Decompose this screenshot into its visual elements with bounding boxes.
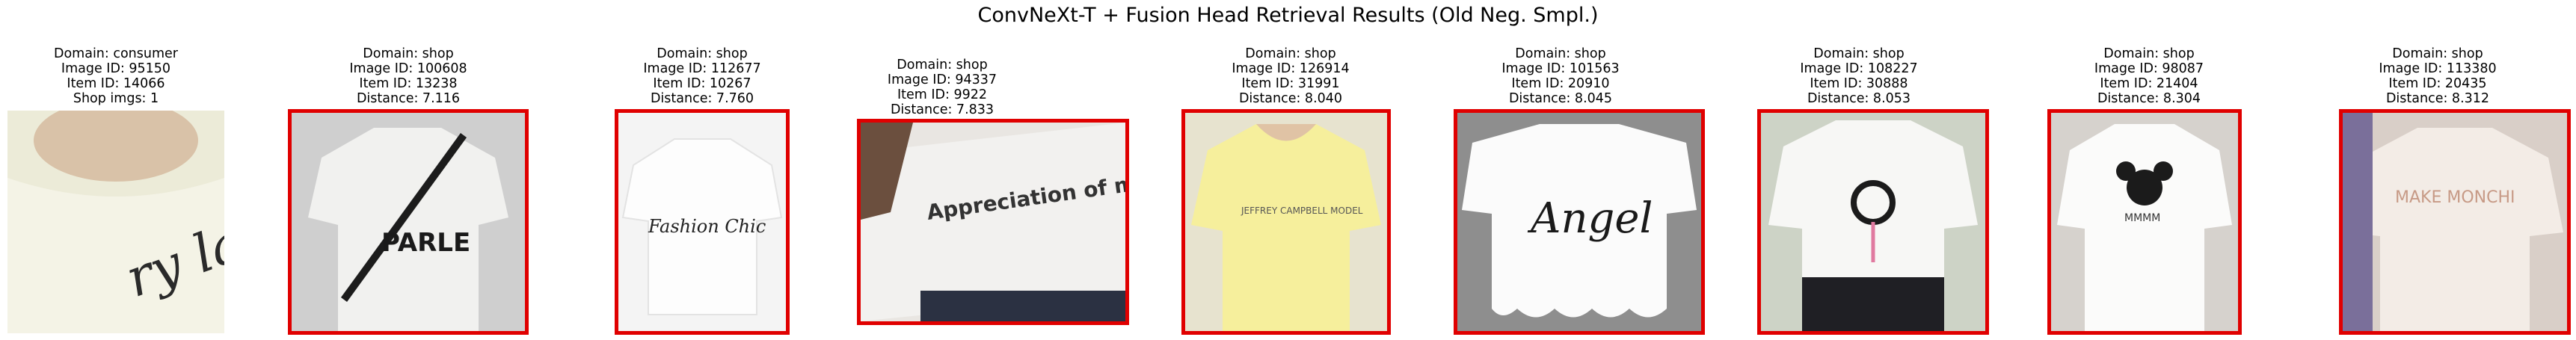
result-domain: Domain: shop bbox=[897, 58, 988, 72]
result-item-id: Item ID: 21404 bbox=[2100, 76, 2198, 91]
query-image-id: Image ID: 95150 bbox=[61, 61, 171, 76]
result-image: Fashion Chic bbox=[615, 109, 790, 335]
result-distance: Distance: 7.833 bbox=[890, 102, 995, 117]
result-image: JEFFREY CAMPBELL MODEL bbox=[1181, 109, 1391, 335]
result-distance: Distance: 8.045 bbox=[1508, 91, 1613, 106]
result-image-id: Image ID: 108227 bbox=[1800, 61, 1918, 76]
result-thumb-print: Fashion Chic bbox=[648, 216, 766, 237]
result-item-id: Item ID: 9922 bbox=[897, 87, 988, 102]
result-caption: Domain: shop Image ID: 126914 Item ID: 3… bbox=[1208, 46, 1373, 106]
figure-title: ConvNeXt-T + Fusion Head Retrieval Resul… bbox=[977, 4, 1599, 27]
result-item-id: Item ID: 20435 bbox=[2388, 76, 2487, 91]
result-domain: Domain: shop bbox=[1813, 46, 1905, 61]
query-shop-imgs: Shop imgs: 1 bbox=[73, 91, 159, 106]
result-distance: Distance: 8.040 bbox=[1238, 91, 1343, 106]
result-image-id: Image ID: 126914 bbox=[1232, 61, 1350, 76]
result-domain: Domain: shop bbox=[2392, 46, 2483, 61]
result-item-id: Item ID: 13238 bbox=[359, 76, 458, 91]
result-caption: Domain: shop Image ID: 108227 Item ID: 3… bbox=[1777, 46, 1941, 106]
result-caption: Domain: shop Image ID: 100608 Item ID: 1… bbox=[326, 46, 491, 106]
result-thumb-print: PARLE bbox=[381, 228, 470, 258]
result-thumb-print: JEFFREY CAMPBELL MODEL bbox=[1241, 205, 1363, 216]
result-thumb-print: MAKE MONCHI bbox=[2395, 188, 2515, 207]
result-item-id: Item ID: 20910 bbox=[1511, 76, 1610, 91]
query-image: ry lady bbox=[7, 111, 224, 333]
result-domain: Domain: shop bbox=[657, 46, 748, 61]
result-image bbox=[1757, 109, 1989, 335]
result-image: PARLE bbox=[288, 109, 529, 335]
result-item-id: Item ID: 31991 bbox=[1241, 76, 1340, 91]
result-distance: Distance: 7.116 bbox=[356, 91, 461, 106]
result-image-id: Image ID: 101563 bbox=[1501, 61, 1620, 76]
result-image-id: Image ID: 98087 bbox=[2094, 61, 2204, 76]
result-item-id: Item ID: 10267 bbox=[653, 76, 751, 91]
query-item-id: Item ID: 14066 bbox=[67, 76, 165, 91]
query-caption: Domain: consumer Image ID: 95150 Item ID… bbox=[34, 46, 198, 106]
result-image-id: Image ID: 94337 bbox=[887, 72, 997, 87]
result-image: MAKE MONCHI bbox=[2339, 109, 2571, 335]
result-caption: Domain: shop Image ID: 101563 Item ID: 2… bbox=[1478, 46, 1643, 106]
result-caption: Domain: shop Image ID: 112677 Item ID: 1… bbox=[620, 46, 784, 106]
result-caption: Domain: shop Image ID: 94337 Item ID: 99… bbox=[860, 58, 1024, 117]
result-item-id: Item ID: 30888 bbox=[1810, 76, 1908, 91]
result-image-id: Image ID: 112677 bbox=[643, 61, 761, 76]
result-domain: Domain: shop bbox=[2103, 46, 2195, 61]
result-thumb-print: MMMM bbox=[2124, 212, 2160, 224]
result-thumb-print: Angel bbox=[1527, 194, 1653, 243]
result-image-id: Image ID: 113380 bbox=[2379, 61, 2497, 76]
result-domain: Domain: shop bbox=[363, 46, 454, 61]
query-domain: Domain: consumer bbox=[53, 46, 178, 61]
result-distance: Distance: 8.053 bbox=[1807, 91, 1911, 106]
result-domain: Domain: shop bbox=[1515, 46, 1606, 61]
result-image-id: Image ID: 100608 bbox=[349, 61, 467, 76]
result-distance: Distance: 8.312 bbox=[2385, 91, 2490, 106]
result-caption: Domain: shop Image ID: 98087 Item ID: 21… bbox=[2067, 46, 2231, 106]
result-distance: Distance: 7.760 bbox=[650, 91, 754, 106]
result-image: Appreciation of music bbox=[857, 119, 1129, 325]
result-image: Angel bbox=[1454, 109, 1705, 335]
result-image: MMMM bbox=[2047, 109, 2242, 335]
result-domain: Domain: shop bbox=[1245, 46, 1336, 61]
result-caption: Domain: shop Image ID: 113380 Item ID: 2… bbox=[2355, 46, 2520, 106]
result-distance: Distance: 8.304 bbox=[2097, 91, 2201, 106]
